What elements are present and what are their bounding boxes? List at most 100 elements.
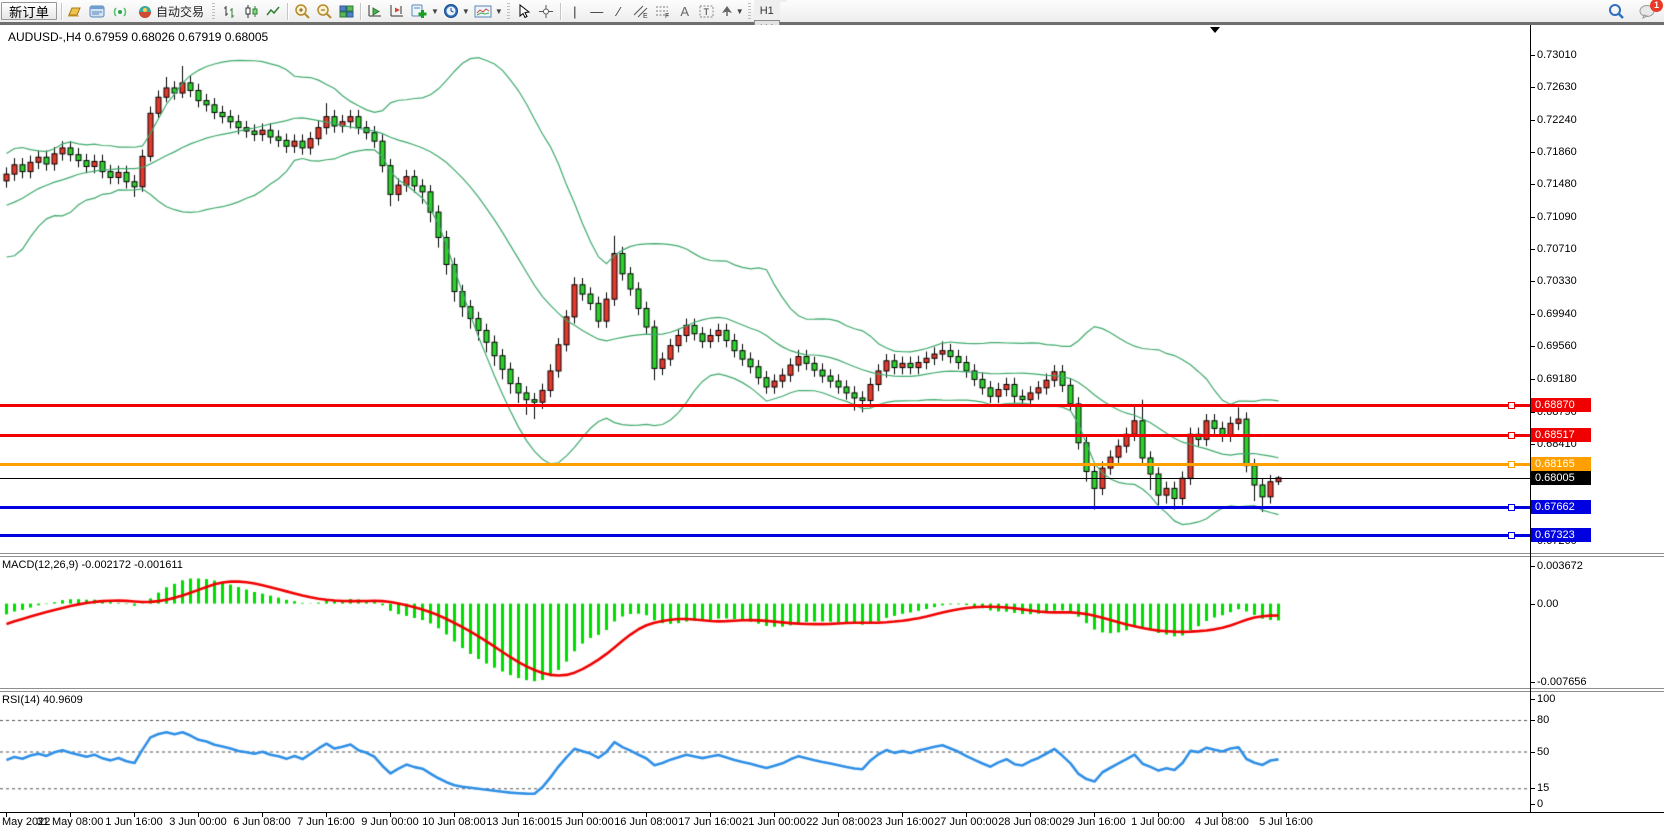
macd-tick-mark [1530, 682, 1535, 683]
svg-text:E: E [643, 13, 648, 19]
chevron-down-icon: ▼ [495, 7, 503, 16]
line-drag-handle[interactable] [1508, 504, 1515, 511]
text-tool-icon[interactable]: A [675, 2, 695, 20]
rsi-tick-mark [1530, 720, 1535, 721]
price-horizontal-line[interactable] [0, 404, 1530, 407]
price-horizontal-line[interactable] [0, 434, 1530, 437]
rsi-indicator-label: RSI(14) 40.9609 [2, 694, 83, 706]
chart-ohlc-title: AUDUSD-,H4 0.67959 0.68026 0.67919 0.680… [8, 30, 268, 44]
price-tick-label: 0.71860 [1537, 145, 1577, 159]
panel-splitter[interactable] [0, 553, 1664, 557]
price-horizontal-line[interactable] [0, 478, 1530, 479]
crosshair-icon[interactable] [536, 2, 556, 20]
trendline-tool-icon[interactable]: ∕ [609, 2, 629, 20]
price-line-label: 0.67662 [1531, 500, 1591, 514]
rsi-panel-chart[interactable] [0, 692, 1530, 812]
chevron-down-icon: ▼ [736, 7, 744, 16]
price-horizontal-line[interactable] [0, 534, 1530, 537]
zoom-out-icon[interactable] [314, 2, 334, 20]
toolbar-grip [212, 3, 215, 19]
line-drag-handle[interactable] [1508, 532, 1515, 539]
rsi-tick-mark [1530, 788, 1535, 789]
toolbar-separator [61, 3, 62, 20]
indicators-button[interactable]: ▼ [409, 2, 440, 20]
macd-tick-mark [1530, 566, 1535, 567]
new-order-button[interactable]: 新订单 [1, 2, 57, 20]
time-tick-label: 5 Jul 16:00 [1246, 816, 1326, 828]
fibonacci-tool-icon[interactable]: F [653, 2, 673, 20]
toolbar-grip [748, 3, 751, 19]
price-tick-label: 0.72630 [1537, 80, 1577, 94]
price-tick-label: 0.71090 [1537, 210, 1577, 224]
macd-tick-label: -0.007656 [1537, 675, 1587, 689]
rsi-tick-mark [1530, 699, 1535, 700]
price-tick-label: 0.69940 [1537, 307, 1577, 321]
price-line-label: 0.68517 [1531, 428, 1591, 442]
candlestick-chart-icon[interactable] [241, 2, 261, 20]
main-price-chart[interactable] [0, 25, 1530, 553]
notification-badge: 1 [1650, 0, 1663, 12]
chevron-down-icon: ▼ [462, 7, 470, 16]
price-line-label: 0.68005 [1531, 471, 1591, 485]
rsi-tick-mark [1530, 804, 1535, 805]
price-tick-label: 0.71480 [1537, 177, 1577, 191]
macd-indicator-label: MACD(12,26,9) -0.002172 -0.001611 [2, 559, 183, 571]
price-line-label: 0.68165 [1531, 457, 1591, 471]
line-drag-handle[interactable] [1508, 402, 1515, 409]
shapes-tool-button[interactable]: ▼ [719, 2, 745, 20]
macd-tick-label: 0.00 [1537, 597, 1558, 611]
zoom-in-icon[interactable] [292, 2, 312, 20]
panel-splitter[interactable] [0, 688, 1664, 692]
price-tick-label: 0.69180 [1537, 372, 1577, 386]
notifications-chat-icon[interactable]: 1 [1637, 2, 1657, 20]
tile-windows-icon[interactable] [336, 2, 356, 20]
horizontal-line-tool-icon[interactable]: — [587, 2, 607, 20]
rsi-tick-label: 15 [1537, 781, 1549, 795]
cursor-icon[interactable] [514, 2, 534, 20]
macd-tick-mark [1530, 604, 1535, 605]
macd-panel-chart[interactable] [0, 557, 1530, 688]
channel-tool-icon[interactable]: E [631, 2, 651, 20]
price-tick-label: 0.73010 [1537, 48, 1577, 62]
rsi-tick-label: 100 [1537, 692, 1555, 706]
price-tick-label: 0.70330 [1537, 274, 1577, 288]
signal-icon[interactable] [110, 2, 130, 20]
toolbar-separator [287, 3, 288, 20]
line-drag-handle[interactable] [1508, 432, 1515, 439]
vertical-line-tool-icon[interactable]: | [565, 2, 585, 20]
auto-trading-button[interactable]: 自动交易 [132, 2, 209, 20]
price-tick-label: 0.69560 [1537, 339, 1577, 353]
toolbar-separator [360, 3, 361, 20]
rsi-tick-label: 80 [1537, 713, 1549, 727]
templates-button[interactable]: ▼ [473, 2, 504, 20]
line-drag-handle[interactable] [1508, 461, 1515, 468]
market-depth-icon[interactable] [88, 2, 108, 20]
chevron-down-icon: ▼ [431, 7, 439, 16]
axis-border-line [1530, 25, 1531, 812]
price-horizontal-line[interactable] [0, 463, 1530, 466]
macd-tick-label: 0.003672 [1537, 559, 1583, 573]
timeframe-h1-button[interactable]: H1 [754, 2, 780, 20]
periods-button[interactable]: ▼ [442, 2, 471, 20]
bar-chart-icon[interactable] [219, 2, 239, 20]
toolbar-separator [560, 3, 561, 20]
price-line-label: 0.67323 [1531, 528, 1591, 542]
gold-bar-icon[interactable] [66, 2, 86, 20]
scroll-end-marker-icon[interactable] [1210, 27, 1220, 33]
toolbar-right-icons: 1 [1605, 2, 1658, 20]
auto-scroll-icon[interactable] [365, 2, 385, 20]
chart-shift-icon[interactable] [387, 2, 407, 20]
rsi-tick-label: 0 [1537, 797, 1543, 811]
toolbar: 新订单 自动交易 ▼ ▼ [0, 0, 1664, 25]
toolbar-grip [507, 3, 510, 19]
search-icon[interactable] [1606, 2, 1626, 20]
line-chart-icon[interactable] [263, 2, 283, 20]
auto-trading-label: 自动交易 [156, 3, 204, 20]
price-tick-label: 0.72240 [1537, 113, 1577, 127]
time-axis[interactable]: May 202231 May 08:001 Jun 16:003 Jun 00:… [0, 812, 1664, 830]
chart-window: AUDUSD-,H4 0.67959 0.68026 0.67919 0.680… [0, 25, 1664, 829]
svg-text:T: T [704, 7, 710, 17]
price-horizontal-line[interactable] [0, 506, 1530, 509]
svg-text:F: F [665, 13, 669, 19]
text-label-tool-icon[interactable]: T [697, 2, 717, 20]
